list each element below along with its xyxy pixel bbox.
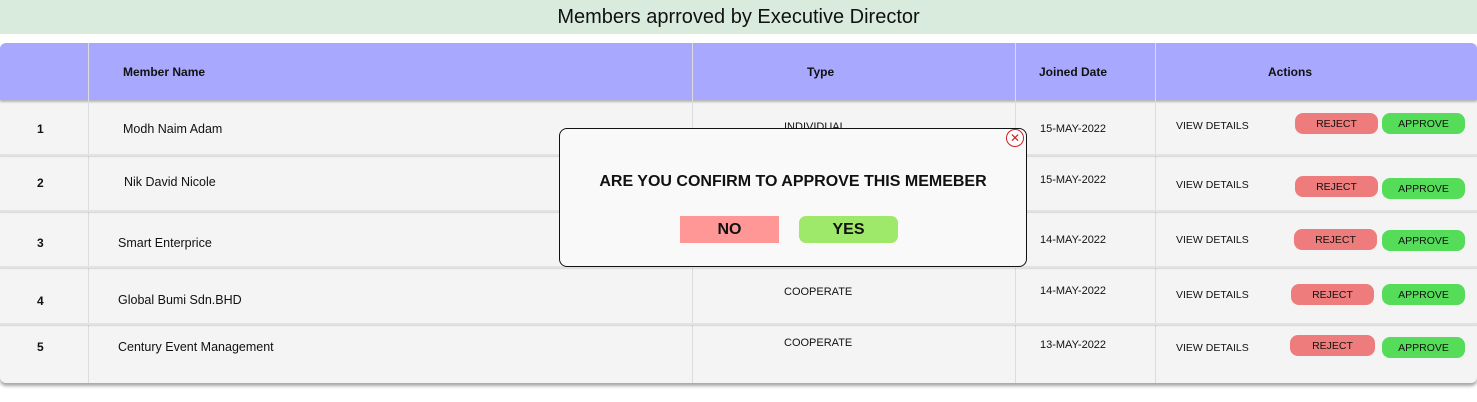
member-type: COOPERATE bbox=[784, 337, 853, 349]
yes-button[interactable]: YES bbox=[799, 216, 898, 243]
member-name: Century Event Management bbox=[118, 340, 274, 354]
view-details-link[interactable]: VIEW DETAILS bbox=[1176, 234, 1249, 246]
column-header-actions: Actions bbox=[1268, 65, 1313, 79]
member-name: Global Bumi Sdn.BHD bbox=[118, 293, 242, 307]
row-number: 2 bbox=[37, 176, 44, 190]
member-name: Modh Naim Adam bbox=[123, 122, 223, 136]
member-type: COOPERATE bbox=[784, 286, 853, 298]
view-details-link[interactable]: VIEW DETAILS bbox=[1176, 179, 1249, 191]
no-button[interactable]: NO bbox=[680, 216, 779, 243]
dialog-message: ARE YOU CONFIRM TO APPROVE THIS MEMEBER bbox=[599, 173, 987, 190]
joined-date: 14-MAY-2022 bbox=[1040, 234, 1107, 246]
view-details-link[interactable]: VIEW DETAILS bbox=[1176, 120, 1249, 132]
column-header-type: Type bbox=[807, 65, 835, 79]
close-icon[interactable]: ✕ bbox=[1006, 129, 1024, 147]
reject-button[interactable]: REJECT bbox=[1295, 113, 1378, 134]
table-row: 4 Global Bumi Sdn.BHD COOPERATE 14-MAY-2… bbox=[0, 269, 1477, 325]
joined-date: 15-MAY-2022 bbox=[1040, 123, 1107, 135]
view-details-link[interactable]: VIEW DETAILS bbox=[1176, 342, 1249, 354]
approve-button[interactable]: APPROVE bbox=[1382, 337, 1465, 358]
column-header-name: Member Name bbox=[123, 65, 206, 79]
page-title: Members aprroved by Executive Director bbox=[0, 0, 1477, 34]
table-header: Member Name Type Joined Date Actions bbox=[0, 43, 1477, 100]
joined-date: 13-MAY-2022 bbox=[1040, 339, 1107, 351]
table-row: 5 Century Event Management COOPERATE 13-… bbox=[0, 325, 1477, 383]
approve-button[interactable]: APPROVE bbox=[1382, 284, 1465, 305]
approve-button[interactable]: APPROVE bbox=[1382, 113, 1465, 134]
member-name: Nik David Nicole bbox=[124, 175, 216, 189]
row-number: 4 bbox=[37, 294, 44, 308]
row-number: 3 bbox=[37, 236, 44, 250]
row-number: 1 bbox=[37, 122, 44, 136]
view-details-link[interactable]: VIEW DETAILS bbox=[1176, 289, 1249, 301]
reject-button[interactable]: REJECT bbox=[1291, 284, 1374, 305]
reject-button[interactable]: REJECT bbox=[1290, 335, 1375, 356]
joined-date: 14-MAY-2022 bbox=[1040, 285, 1107, 297]
member-name: Smart Enterprice bbox=[118, 236, 212, 250]
joined-date: 15-MAY-2022 bbox=[1040, 174, 1107, 186]
reject-button[interactable]: REJECT bbox=[1295, 176, 1378, 197]
approve-button[interactable]: APPROVE bbox=[1382, 178, 1465, 199]
approve-button[interactable]: APPROVE bbox=[1382, 230, 1465, 251]
confirm-approve-dialog: ✕ ARE YOU CONFIRM TO APPROVE THIS MEMEBE… bbox=[559, 128, 1027, 267]
column-header-joined: Joined Date bbox=[1039, 65, 1108, 79]
reject-button[interactable]: REJECT bbox=[1294, 229, 1377, 250]
row-number: 5 bbox=[37, 340, 44, 354]
